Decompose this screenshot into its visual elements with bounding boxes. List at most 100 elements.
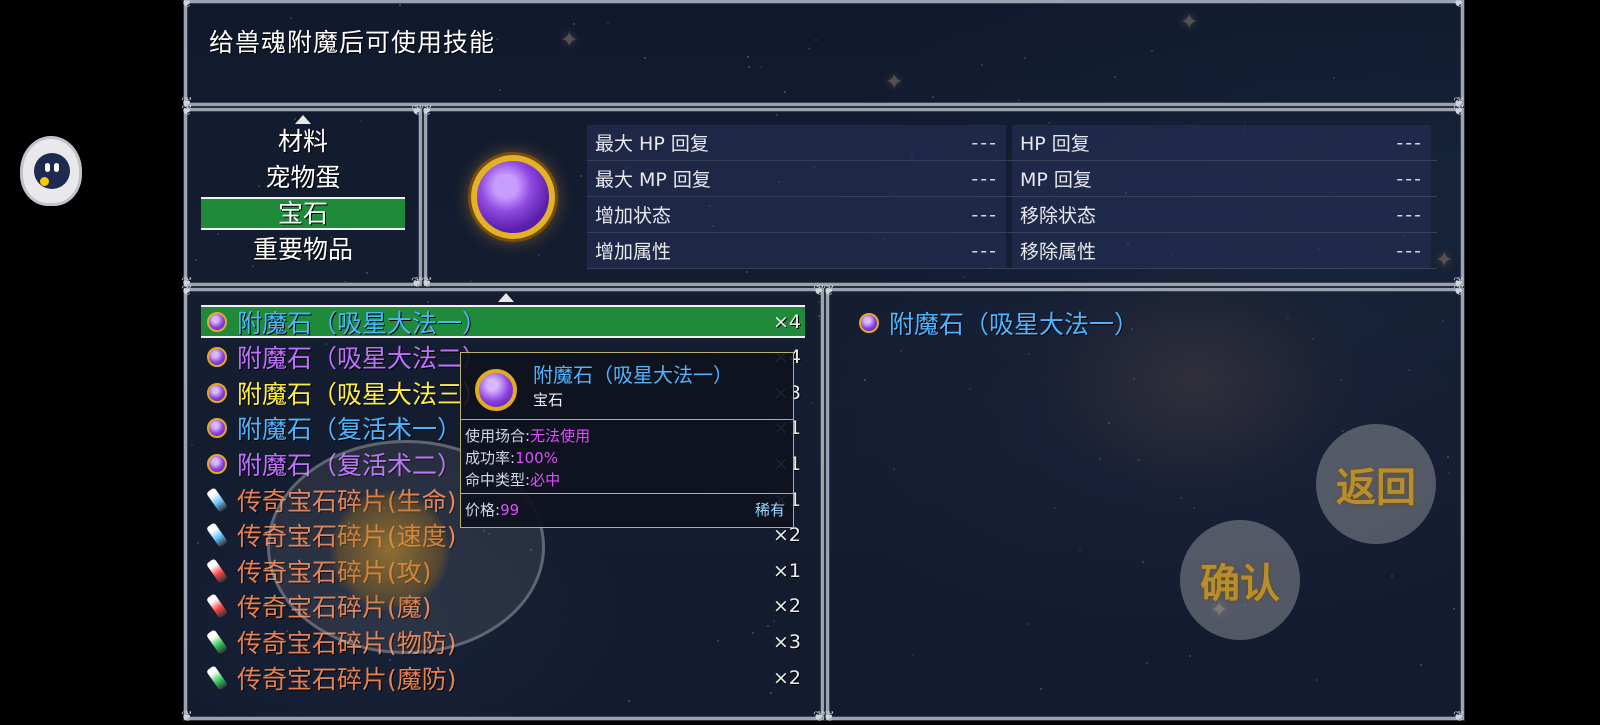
gem-shard-icon xyxy=(206,629,228,655)
frame-corner-icon: ❦ xyxy=(1453,709,1465,725)
stat-cell: MP 回复 --- xyxy=(1012,161,1431,196)
stat-value: --- xyxy=(971,239,998,262)
stat-cell: 增加状态 --- xyxy=(587,197,1006,232)
stat-cell: 最大 HP 回复 --- xyxy=(587,125,1006,160)
back-button[interactable]: 返回 xyxy=(1316,424,1436,544)
frame-corner-icon: ❦ xyxy=(1453,0,1465,11)
tooltip-use-row: 使用场合:无法使用 xyxy=(465,425,590,446)
robot-dot-icon xyxy=(40,177,49,186)
tooltip-divider xyxy=(461,419,793,420)
item-quantity: ×3 xyxy=(772,630,801,653)
category-gems[interactable]: 宝石 xyxy=(201,197,405,230)
selected-item-label: 附魔石（吸星大法一） xyxy=(889,310,1140,339)
frame-corner-icon: ❦ xyxy=(1453,103,1465,119)
rate-value: 100% xyxy=(515,449,558,467)
category-materials[interactable]: 材料 xyxy=(201,125,405,158)
frame-corner-icon: ❦ xyxy=(1453,283,1465,299)
category-window: ❦ ❦ ❦ ❦ 材料 宠物蛋 宝石 重要物品 xyxy=(181,104,423,290)
gem-shard-icon xyxy=(206,557,228,584)
stat-cell: 移除属性 --- xyxy=(1012,233,1431,268)
floating-assist-ball[interactable] xyxy=(20,136,82,206)
item-row[interactable]: 附魔石（吸星大法一） ×4 xyxy=(201,305,805,338)
item-name: 附魔石（吸星大法三） xyxy=(237,379,488,409)
scroll-up-arrow-icon[interactable] xyxy=(295,115,311,124)
item-name: 附魔石（吸星大法二） xyxy=(237,344,488,374)
stat-value: --- xyxy=(1396,131,1423,154)
stat-value: --- xyxy=(1396,239,1423,262)
stat-cell: HP 回复 --- xyxy=(1012,125,1431,160)
category-pet-eggs[interactable]: 宠物蛋 xyxy=(201,161,405,194)
stats-row: 增加属性 --- 移除属性 --- xyxy=(587,233,1437,269)
stat-value: --- xyxy=(971,203,998,226)
stat-value: --- xyxy=(971,167,998,190)
robot-eye-icon xyxy=(54,163,59,172)
stat-label: 最大 HP 回复 xyxy=(595,133,709,155)
stats-row: 最大 HP 回复 --- HP 回复 --- xyxy=(587,125,1437,161)
joystick-knob[interactable] xyxy=(330,490,450,610)
item-name: 附魔石（吸星大法一） xyxy=(237,308,488,338)
stats-row: 增加状态 --- 移除状态 --- xyxy=(587,197,1437,233)
gem-shard-icon xyxy=(206,593,228,619)
item-quantity: ×4 xyxy=(772,310,801,333)
enchant-orb-icon xyxy=(207,418,227,439)
enchant-orb-icon xyxy=(207,311,227,332)
help-text: 给兽魂附魔后可使用技能 xyxy=(209,28,496,57)
gem-shard-icon xyxy=(206,522,228,548)
item-quantity: ×2 xyxy=(772,595,801,618)
tooltip-item-name: 附魔石（吸星大法一） xyxy=(533,363,733,387)
item-quantity: ×1 xyxy=(772,559,801,582)
item-row[interactable]: 传奇宝石碎片(物防) ×3 xyxy=(201,625,805,658)
item-row[interactable]: 传奇宝石碎片(魔防) ×2 xyxy=(201,661,805,694)
stats-row: 最大 MP 回复 --- MP 回复 --- xyxy=(587,161,1437,197)
frame-corner-icon: ❦ xyxy=(181,709,193,725)
item-tooltip: 附魔石（吸星大法一） 宝石 使用场合:无法使用 成功率:100% 命中类型:必中… xyxy=(460,352,794,528)
stat-value: --- xyxy=(1396,167,1423,190)
hit-label: 命中类型: xyxy=(465,471,531,489)
stat-label: HP 回复 xyxy=(1020,133,1090,155)
confirm-button[interactable]: 确认 xyxy=(1180,520,1300,640)
item-name: 传奇宝石碎片(魔防) xyxy=(237,664,457,694)
stat-label: 增加状态 xyxy=(595,205,672,227)
scroll-up-arrow-icon[interactable] xyxy=(498,293,514,302)
robot-face-icon xyxy=(34,153,70,189)
stat-label: 移除属性 xyxy=(1020,241,1097,263)
selected-item-name: 附魔石（吸星大法一） xyxy=(859,305,1139,341)
stat-label: 移除状态 xyxy=(1020,205,1097,227)
gem-shard-icon xyxy=(206,664,228,691)
stat-cell: 增加属性 --- xyxy=(587,233,1006,268)
frame-corner-icon: ❦ xyxy=(421,103,433,119)
stats-grid: 最大 HP 回复 --- HP 回复 --- 最大 MP 回复 --- MP 回复 --… xyxy=(587,125,1437,269)
gem-shard-icon xyxy=(206,486,228,513)
stat-label: MP 回复 xyxy=(1020,169,1092,191)
stat-value: --- xyxy=(971,131,998,154)
hit-value: 必中 xyxy=(530,471,561,489)
use-label: 使用场合: xyxy=(465,427,531,445)
purple-gem-icon xyxy=(475,369,517,411)
category-key-items[interactable]: 重要物品 xyxy=(201,233,405,266)
tooltip-price-row: 价格:99 xyxy=(465,499,519,520)
price-value: 99 xyxy=(500,501,520,519)
purple-gem-icon xyxy=(471,155,555,239)
tooltip-rarity: 稀有 xyxy=(754,501,785,519)
robot-eye-icon xyxy=(45,163,50,172)
tooltip-hit-row: 命中类型:必中 xyxy=(465,469,560,490)
enchant-orb-icon xyxy=(207,347,227,368)
price-label: 价格: xyxy=(465,501,501,519)
frame-corner-icon: ❦ xyxy=(823,709,835,725)
enchant-orb-icon xyxy=(207,382,227,403)
item-quantity: ×2 xyxy=(772,666,801,689)
stat-cell: 移除状态 --- xyxy=(1012,197,1431,232)
frame-corner-icon: ❦ xyxy=(181,0,193,11)
tooltip-divider xyxy=(461,493,793,494)
item-detail-window: ❦ ❦ ❦ ❦ 最大 HP 回复 --- HP 回复 --- 最大 MP 回复 ---… xyxy=(421,104,1465,290)
frame-corner-icon: ❦ xyxy=(823,283,835,299)
stat-value: --- xyxy=(1396,203,1423,226)
use-value: 无法使用 xyxy=(530,427,591,445)
help-window: ❦ ❦ ❦ ❦ 给兽魂附魔后可使用技能 xyxy=(181,0,1465,110)
enchant-orb-icon xyxy=(859,313,879,333)
tooltip-item-type: 宝石 xyxy=(533,391,564,409)
stat-label: 最大 MP 回复 xyxy=(595,169,711,191)
frame-corner-icon: ❦ xyxy=(181,103,193,119)
stat-label: 增加属性 xyxy=(595,241,672,263)
frame-corner-icon: ❦ xyxy=(181,283,193,299)
